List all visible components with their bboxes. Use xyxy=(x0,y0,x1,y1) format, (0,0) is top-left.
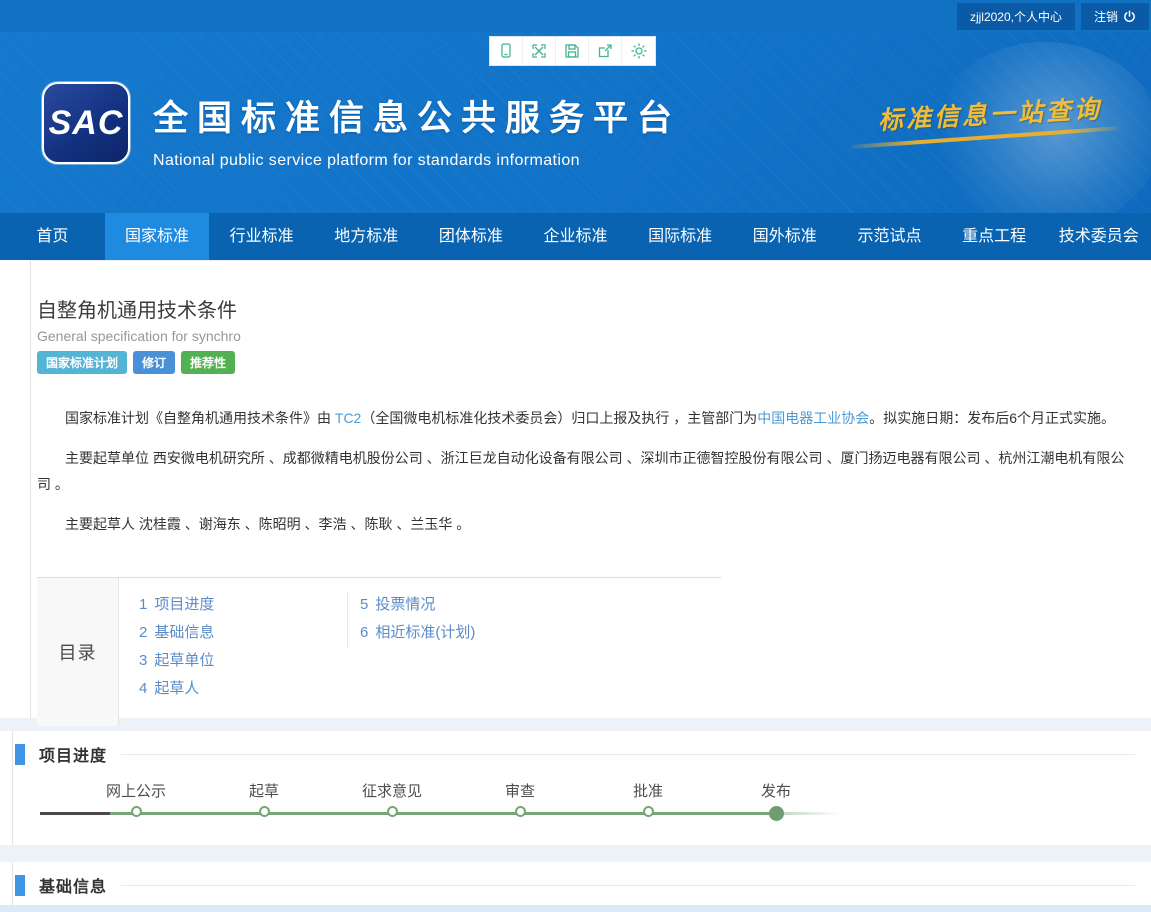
toc-column-1: 1项目进度 2基础信息 3起草单位 4起草人 xyxy=(119,591,347,703)
toc-columns: 1项目进度 2基础信息 3起草单位 4起草人 5投票情况 6相近标准(计划) xyxy=(119,578,475,726)
nav-item-enterprise-standards[interactable]: 企业标准 xyxy=(523,213,628,260)
nav-item-international-standards[interactable]: 国际标准 xyxy=(628,213,733,260)
sac-logo[interactable]: SAC xyxy=(42,82,130,164)
timeline-line-start xyxy=(40,812,110,815)
nav-item-home[interactable]: 首页 xyxy=(0,213,105,260)
step-approval: 批准 xyxy=(633,782,663,817)
site-header: SAC 全国标准信息公共服务平台 National public service… xyxy=(0,32,1151,213)
section-divider-line xyxy=(121,885,1135,886)
save-icon[interactable] xyxy=(556,37,589,65)
p1-prefix: 国家标准计划《自整角机通用技术条件》由 xyxy=(65,410,335,426)
sac-logo-text: SAC xyxy=(49,104,124,143)
standard-title-en: General specification for synchro xyxy=(37,328,1137,344)
nav-item-national-standards[interactable]: 国家标准 xyxy=(105,205,210,260)
nav-item-local-standards[interactable]: 地方标准 xyxy=(314,213,419,260)
step-dot-icon xyxy=(642,806,653,817)
basic-info-section-header: 基础信息 xyxy=(13,862,1151,897)
p1-suffix: 。拟实施日期：发布后6个月正式实施。 xyxy=(869,410,1115,426)
tag-recommended: 推荐性 xyxy=(181,351,235,374)
bottom-band xyxy=(0,905,1151,912)
tc2-link[interactable]: TC2 xyxy=(335,410,361,426)
settings-icon[interactable] xyxy=(622,37,655,65)
standard-title-cn: 自整角机通用技术条件 xyxy=(37,294,1137,323)
table-of-contents: 目录 1项目进度 2基础信息 3起草单位 4起草人 5投票情况 6相近标准(计划… xyxy=(37,577,721,727)
power-icon xyxy=(1123,10,1136,23)
brand-block: 全国标准信息公共服务平台 National public service pla… xyxy=(153,90,681,170)
nav-item-industry-standards[interactable]: 行业标准 xyxy=(209,213,314,260)
user-center-label: zjjl2020,个人中心 xyxy=(970,8,1062,25)
section-gap xyxy=(0,845,1151,862)
toc-item-drafters[interactable]: 4起草人 xyxy=(139,675,347,703)
site-title: 全国标准信息公共服务平台 xyxy=(153,90,681,141)
tag-national-plan: 国家标准计划 xyxy=(37,351,127,374)
timeline-line xyxy=(110,812,776,815)
site-subtitle: National public service platform for sta… xyxy=(153,152,681,170)
toc-label: 目录 xyxy=(59,639,97,665)
authority-link[interactable]: 中国电器工业协会 xyxy=(757,410,869,426)
toc-label-cell: 目录 xyxy=(37,578,119,726)
step-review: 审查 xyxy=(505,782,535,817)
step-dot-icon xyxy=(386,806,397,817)
paragraph-drafting-units: 主要起草单位 西安微电机研究所 、成都微精电机股份公司 、浙江巨龙自动化设备有限… xyxy=(37,445,1137,497)
step-dot-icon xyxy=(130,806,141,817)
main-nav: 首页 国家标准 行业标准 地方标准 团体标准 企业标准 国际标准 国外标准 示范… xyxy=(0,213,1151,260)
p1-mid: （全国微电机标准化技术委员会）归口上报及执行 ，主管部门为 xyxy=(361,410,757,426)
logout-button[interactable]: 注销 xyxy=(1081,3,1149,30)
toc-item-similar-standards[interactable]: 6相近标准(计划) xyxy=(360,619,475,647)
step-drafting: 起草 xyxy=(249,782,279,817)
toc-item-progress[interactable]: 1项目进度 xyxy=(139,591,347,619)
section-marker xyxy=(15,744,25,765)
toc-column-2: 5投票情况 6相近标准(计划) xyxy=(347,591,475,649)
share-icon[interactable] xyxy=(589,37,622,65)
standard-detail-card: 自整角机通用技术条件 General specification for syn… xyxy=(30,260,1151,718)
logout-label: 注销 xyxy=(1094,8,1118,25)
basic-info-section: 基础信息 xyxy=(12,862,1151,905)
tag-revision: 修订 xyxy=(133,351,175,374)
progress-section-title: 项目进度 xyxy=(39,742,107,766)
nav-item-foreign-standards[interactable]: 国外标准 xyxy=(732,213,837,260)
paragraph-overview: 国家标准计划《自整角机通用技术条件》由 TC2（全国微电机标准化技术委员会）归口… xyxy=(37,405,1137,431)
section-marker xyxy=(15,875,25,896)
paragraph-drafters: 主要起草人 沈桂霞 、谢海东 、陈昭明 、李浩 、陈耿 、兰玉华 。 xyxy=(37,511,1137,537)
toc-item-voting[interactable]: 5投票情况 xyxy=(360,591,475,619)
section-divider-line xyxy=(121,754,1135,755)
toc-item-drafting-units[interactable]: 3起草单位 xyxy=(139,647,347,675)
nav-item-pilot[interactable]: 示范试点 xyxy=(837,213,942,260)
progress-timeline: 网上公示 起草 征求意见 审查 批准 发布 xyxy=(13,782,1151,846)
step-comment-soliciting: 征求意见 xyxy=(362,782,422,817)
fullscreen-icon[interactable] xyxy=(523,37,556,65)
toc-item-basic-info[interactable]: 2基础信息 xyxy=(139,619,347,647)
nav-item-group-standards[interactable]: 团体标准 xyxy=(419,213,524,260)
progress-section-header: 项目进度 xyxy=(13,731,1151,766)
step-dot-icon xyxy=(258,806,269,817)
mobile-icon[interactable] xyxy=(490,37,523,65)
nav-item-key-projects[interactable]: 重点工程 xyxy=(942,213,1047,260)
user-center-button[interactable]: zjjl2020,个人中心 xyxy=(957,3,1075,30)
page: zjjl2020,个人中心 注销 xyxy=(0,0,1151,912)
standard-tags: 国家标准计划 修订 推荐性 xyxy=(37,351,1137,374)
step-publication: 发布 xyxy=(761,782,791,821)
step-online-publicity: 网上公示 xyxy=(106,782,166,817)
nav-item-technical-committees[interactable]: 技术委员会 xyxy=(1046,213,1151,260)
step-dot-icon xyxy=(514,806,525,817)
step-dot-filled-icon xyxy=(768,806,783,821)
top-bar: zjjl2020,个人中心 注销 xyxy=(0,0,1151,32)
progress-section: 项目进度 网上公示 起草 征求意见 审查 批准 xyxy=(12,731,1151,845)
quick-toolbar xyxy=(489,36,656,66)
basic-info-section-title: 基础信息 xyxy=(39,873,107,897)
